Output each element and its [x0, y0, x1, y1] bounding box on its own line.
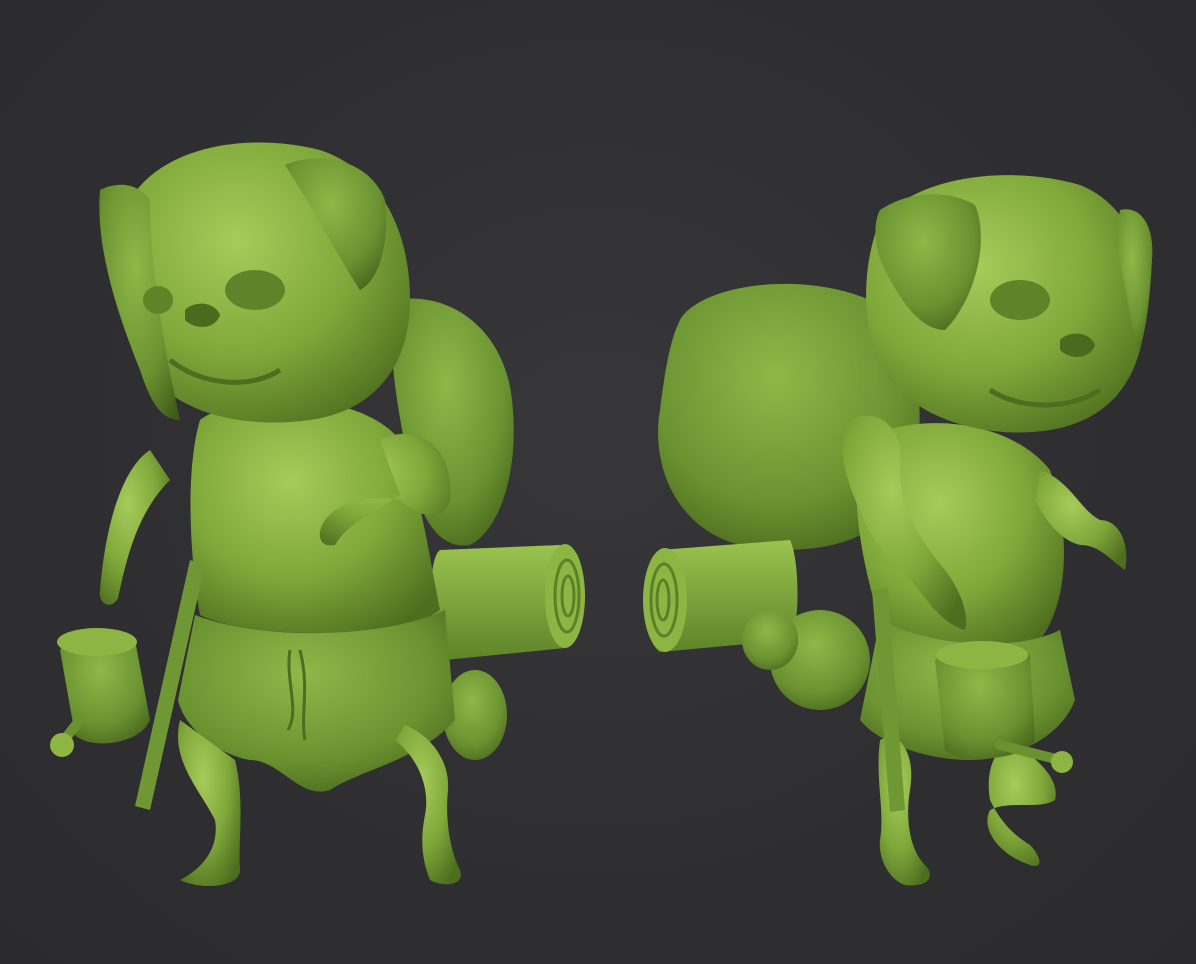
sculpt-render — [50, 142, 1153, 886]
bedroll — [430, 544, 585, 660]
small-sack — [742, 610, 798, 670]
pug-head — [99, 142, 410, 423]
figure-side-view — [643, 175, 1153, 886]
figure-front-view — [50, 142, 585, 886]
right-leg — [395, 725, 461, 885]
viewport-canvas — [0, 0, 1196, 964]
left-arm — [99, 450, 170, 605]
watering-can — [50, 628, 150, 757]
pug-head — [866, 175, 1153, 433]
